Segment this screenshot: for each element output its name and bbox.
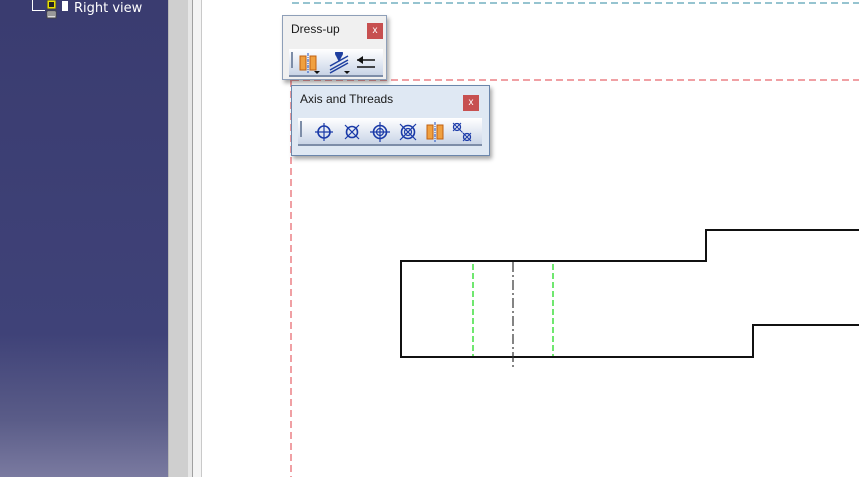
toolbar-button-strip (289, 49, 383, 77)
toolbar-grip[interactable] (291, 52, 293, 68)
part-outline (400, 229, 859, 358)
thread-with-reference-icon[interactable] (396, 121, 420, 143)
thread-icon[interactable] (368, 121, 392, 143)
axis-line-icon[interactable] (297, 52, 321, 74)
axis-line-icon[interactable] (424, 121, 448, 143)
center-line-with-reference-icon[interactable] (340, 121, 364, 143)
toolbar-grip[interactable] (300, 121, 302, 137)
axis-and-threads-toolbar[interactable]: Axis and Threads x (291, 85, 490, 156)
arrow-icon[interactable] (353, 52, 377, 74)
toolbar-title: Dress-up (291, 22, 340, 36)
toolbar-title: Axis and Threads (300, 92, 394, 106)
drawing-canvas[interactable] (0, 0, 859, 477)
center-line-icon[interactable] (312, 121, 336, 143)
toolbar-button-strip (298, 118, 482, 146)
close-icon[interactable]: x (463, 95, 479, 111)
dress-up-toolbar[interactable]: Dress-up x (282, 15, 387, 80)
close-icon[interactable]: x (367, 23, 383, 39)
axis-line-and-center-line-icon[interactable] (450, 121, 474, 143)
area-fill-icon[interactable] (327, 52, 351, 74)
